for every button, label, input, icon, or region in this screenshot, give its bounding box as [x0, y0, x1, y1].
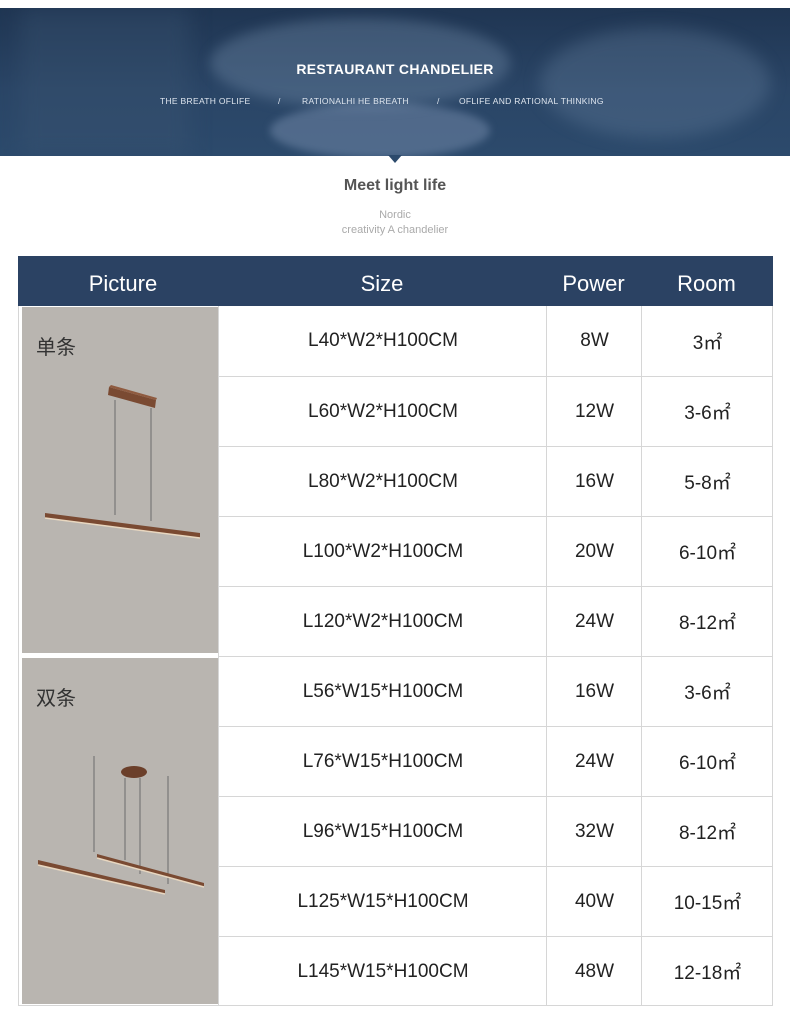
- table-row: L40*W2*H100CM 8W 3㎡: [219, 306, 773, 376]
- size-cell: L40*W2*H100CM: [308, 330, 458, 351]
- table-row: L100*W2*H100CM 20W 6-10㎡: [219, 516, 773, 586]
- banner-tagline-2: RATIONALHI HE BREATH: [302, 96, 409, 106]
- power-cell: 32W: [574, 820, 615, 842]
- size-cell: L96*W15*H100CM: [302, 820, 464, 842]
- size-cell: L120*W2*H100CM: [302, 610, 464, 632]
- header-power: Power: [562, 271, 625, 296]
- table-row: L120*W2*H100CM 24W 8-12㎡: [219, 586, 773, 656]
- single-bar-lamp-icon: [44, 385, 201, 539]
- power-cell: 20W: [574, 540, 615, 562]
- power-cell: 12W: [574, 400, 615, 422]
- banner-decoration: [20, 8, 190, 156]
- table-row: L80*W2*H100CM 16W 5-8㎡: [219, 446, 773, 516]
- room-cell: 6-10㎡: [678, 543, 737, 564]
- size-cell: L80*W2*H100CM: [308, 470, 458, 492]
- power-cell: 24W: [574, 610, 615, 632]
- table-row: L60*W2*H100CM 12W 3-6㎡: [219, 376, 773, 446]
- table-row: L76*W15*H100CM 24W 6-10㎡: [219, 726, 773, 796]
- header-size: Size: [360, 271, 404, 296]
- table-row: L125*W15*H100CM 40W 10-15㎡: [219, 866, 773, 936]
- banner-separator: /: [278, 96, 281, 106]
- spec-table: 单条 双条 L40*W2*H100CM 8W 3㎡ L60*W2*H100CM …: [18, 306, 773, 1006]
- banner-tagline-1: THE BREATH OFLIFE: [160, 96, 251, 106]
- header-picture: Picture: [88, 271, 158, 296]
- room-cell: 3㎡: [692, 332, 723, 354]
- room-cell: 8-12㎡: [678, 823, 737, 844]
- table-row: L96*W15*H100CM 32W 8-12㎡: [219, 796, 773, 866]
- power-cell: 16W: [574, 680, 615, 702]
- header-room: Room: [677, 271, 736, 296]
- banner-title: RESTAURANT CHANDELIER: [296, 61, 494, 77]
- table-header: Picture Size Power Room: [18, 256, 773, 306]
- room-cell: 8-12㎡: [678, 613, 737, 634]
- product-image-double: 双条: [22, 658, 218, 1004]
- hero-banner: RESTAURANT CHANDELIER THE BREATH OFLIFE …: [0, 8, 790, 156]
- room-cell: 12-18㎡: [673, 963, 742, 984]
- power-cell: 8W: [580, 330, 609, 351]
- table-row: L145*W15*H100CM 48W 12-18㎡: [219, 936, 773, 1006]
- banner-decoration: [540, 28, 770, 138]
- power-cell: 48W: [574, 960, 615, 982]
- size-cell: L125*W15*H100CM: [297, 890, 469, 912]
- size-cell: L56*W15*H100CM: [302, 680, 464, 702]
- room-cell: 6-10㎡: [678, 753, 737, 774]
- room-cell: 3-6㎡: [684, 403, 731, 424]
- banner-decoration: [270, 103, 490, 156]
- room-cell: 5-8㎡: [684, 473, 731, 494]
- size-cell: L100*W2*H100CM: [302, 540, 464, 562]
- size-cell: L76*W15*H100CM: [302, 750, 464, 772]
- banner-pointer-icon: [388, 155, 402, 163]
- double-bar-lamp-icon: [37, 756, 205, 895]
- section-subtitle: Nordic: [379, 209, 411, 221]
- power-cell: 40W: [574, 890, 615, 912]
- power-cell: 16W: [574, 470, 615, 492]
- banner-tagline-3: OFLIFE AND RATIONAL THINKING: [459, 96, 604, 106]
- power-cell: 24W: [574, 750, 615, 772]
- room-cell: 3-6㎡: [684, 683, 731, 704]
- banner-separator: /: [437, 96, 440, 106]
- product-image-single: 单条: [22, 307, 218, 653]
- size-cell: L60*W2*H100CM: [308, 400, 458, 422]
- section-title: Meet light life: [343, 177, 447, 194]
- section-subtitle: creativity A chandelier: [341, 224, 449, 236]
- size-cell: L145*W15*H100CM: [297, 960, 469, 982]
- table-row: L56*W15*H100CM 16W 3-6㎡: [219, 656, 773, 726]
- room-cell: 10-15㎡: [673, 893, 742, 914]
